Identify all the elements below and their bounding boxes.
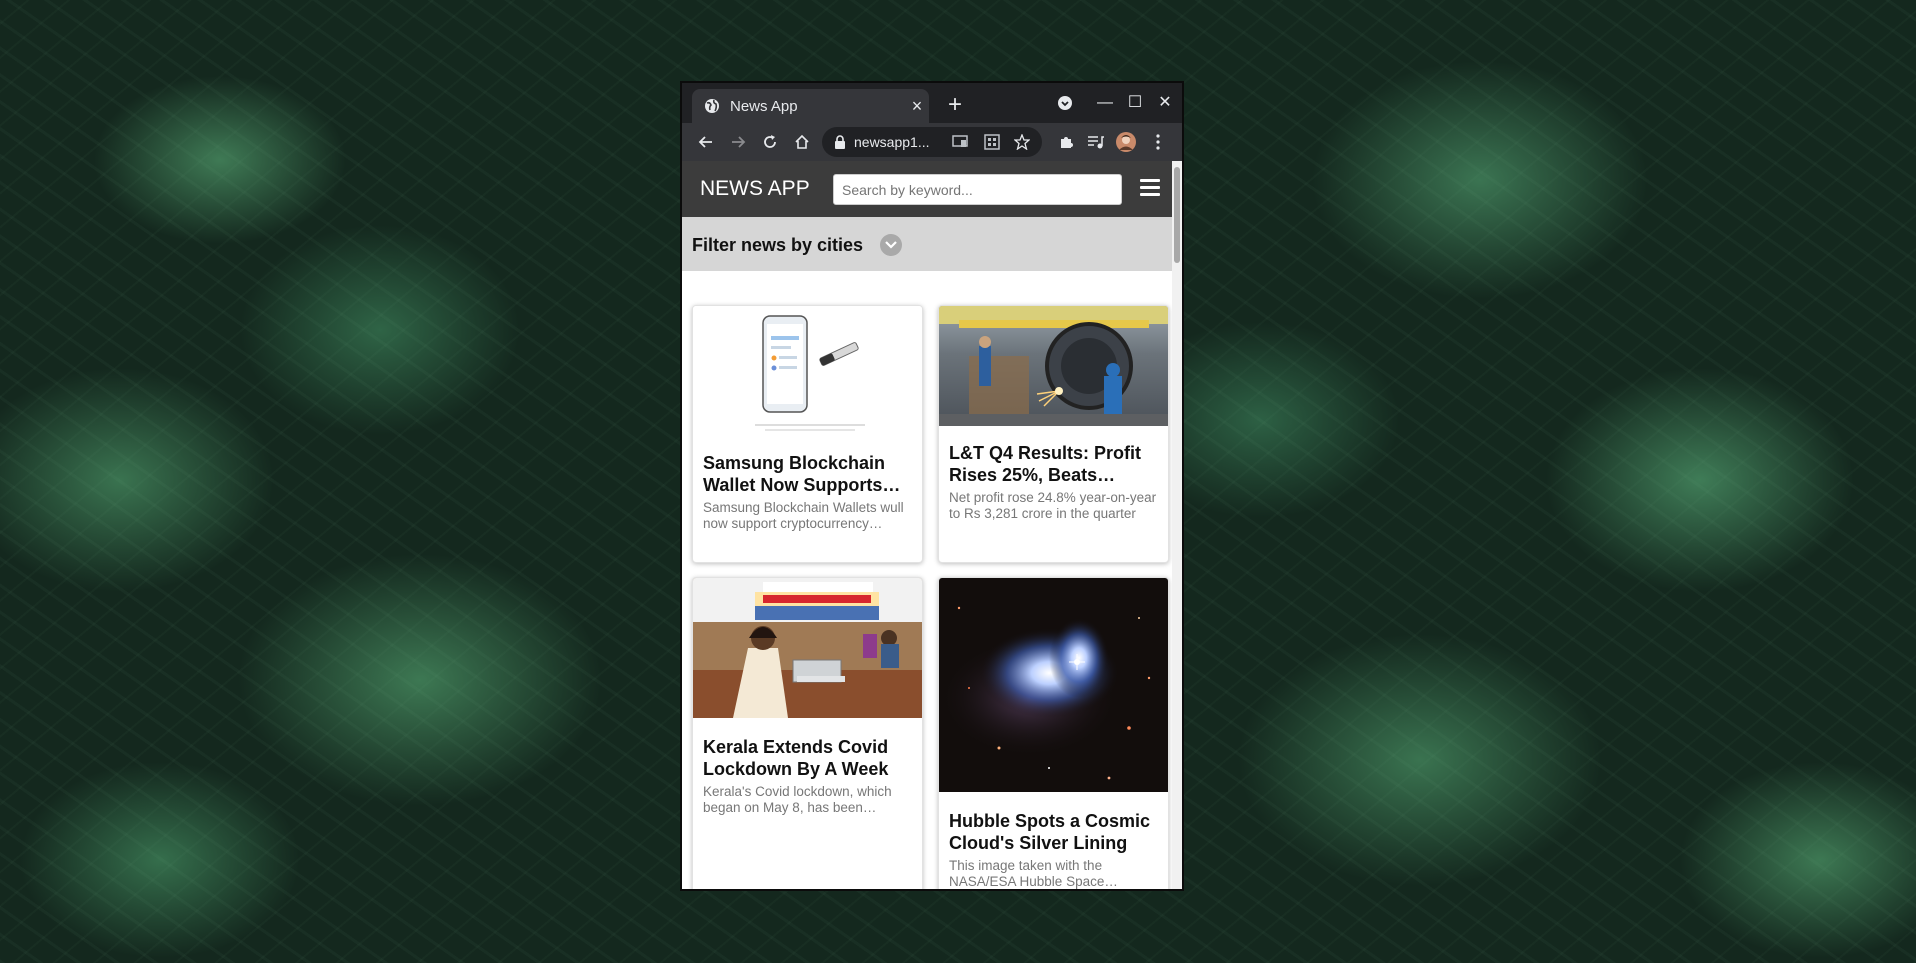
browser-toolbar: newsapp1... (682, 123, 1182, 161)
scrollbar-thumb[interactable] (1174, 167, 1180, 263)
article-title[interactable]: Hubble Spots a Cosmic Cloud's Silver Lin… (949, 810, 1158, 854)
new-tab-button[interactable]: + (941, 91, 969, 119)
article-image-control-room (693, 578, 922, 718)
minimize-button[interactable]: — (1094, 91, 1116, 115)
page-scrollbar[interactable] (1172, 161, 1182, 889)
article-image-factory (939, 306, 1168, 426)
tab-strip: News App × + — ☐ ✕ (682, 83, 1182, 123)
article-title[interactable]: Kerala Extends Covid Lockdown By A Week (703, 736, 912, 780)
address-bar[interactable]: newsapp1... (822, 127, 1042, 157)
article-title[interactable]: L&T Q4 Results: Profit Rises 25%, Beats … (949, 442, 1158, 486)
filter-label: Filter news by cities (692, 235, 864, 255)
brand-title[interactable]: NEWS APP (700, 177, 810, 201)
app-header: NEWS APP (682, 161, 1172, 217)
article-description: Samsung Blockchain Wallets wull now supp… (703, 500, 904, 531)
reload-icon[interactable] (758, 130, 782, 154)
news-card[interactable]: Samsung Blockchain Wallet Now Supports C… (692, 305, 923, 563)
article-image-cosmic-cloud (939, 578, 1168, 792)
close-window-button[interactable]: ✕ (1154, 91, 1176, 115)
hamburger-menu-icon[interactable] (1140, 179, 1160, 197)
url-text: newsapp1... (854, 134, 930, 150)
search-input[interactable] (833, 174, 1122, 205)
browser-window: News App × + — ☐ ✕ newsapp1... NEWS APP … (680, 81, 1184, 891)
tab-close-icon[interactable]: × (905, 96, 929, 117)
qr-code-icon[interactable] (984, 134, 1000, 150)
article-description: Net profit rose 24.8% year-on-year to Rs… (949, 490, 1157, 521)
home-icon[interactable] (790, 130, 814, 154)
city-filter-bar[interactable]: Filter news by cities (682, 217, 1172, 271)
extensions-puzzle-icon[interactable] (1054, 130, 1078, 154)
bookmark-star-icon[interactable] (1014, 134, 1030, 150)
media-queue-icon[interactable] (1084, 130, 1108, 154)
lock-icon (835, 135, 845, 149)
cast-icon[interactable] (952, 135, 968, 149)
browser-menu-icon[interactable] (1146, 130, 1170, 154)
news-card[interactable]: L&T Q4 Results: Profit Rises 25%, Beats … (938, 305, 1169, 563)
article-description: Kerala's Covid lockdown, which began on … (703, 784, 892, 815)
news-card[interactable]: Kerala Extends Covid Lockdown By A Week … (692, 577, 923, 889)
forward-icon[interactable] (726, 130, 750, 154)
article-image-phone-wallet (693, 306, 922, 438)
tab-news-app[interactable]: News App × (692, 89, 929, 123)
news-card[interactable]: Hubble Spots a Cosmic Cloud's Silver Lin… (938, 577, 1169, 889)
tab-title: News App (730, 97, 798, 115)
back-icon[interactable] (694, 130, 718, 154)
article-title[interactable]: Samsung Blockchain Wallet Now Supports C… (703, 452, 912, 496)
tab-search-icon[interactable] (1054, 91, 1076, 115)
globe-icon (705, 99, 719, 113)
chevron-down-icon[interactable] (880, 234, 902, 256)
article-description: This image taken with the NASA/ESA Hubbl… (949, 858, 1105, 889)
profile-avatar[interactable] (1114, 130, 1138, 154)
maximize-button[interactable]: ☐ (1124, 91, 1146, 115)
web-page: NEWS APP Filter news by cities (682, 161, 1172, 889)
